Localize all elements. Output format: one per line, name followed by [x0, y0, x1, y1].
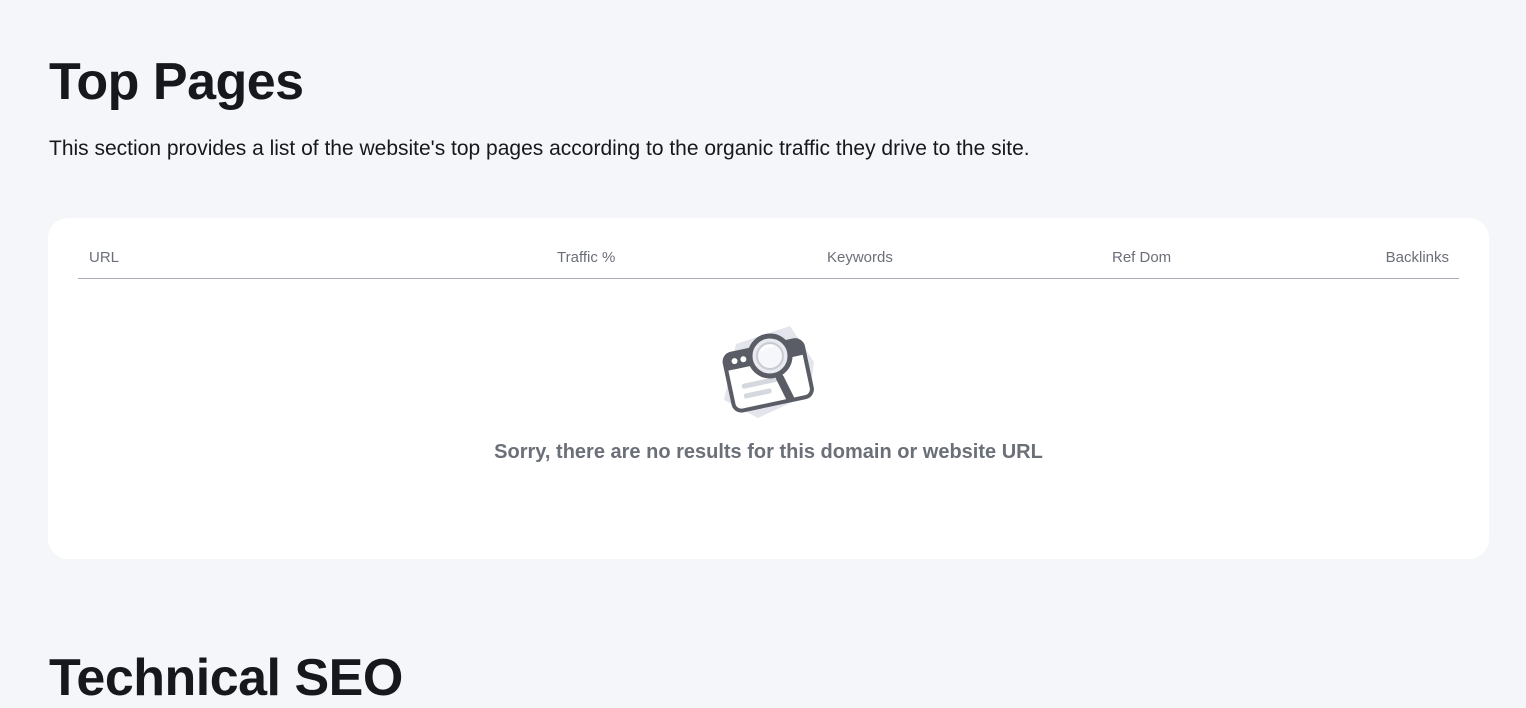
table-header: URL Traffic % Keywords Ref Dom Backlinks: [78, 240, 1459, 279]
column-header-ref-dom: Ref Dom: [1112, 249, 1172, 266]
column-header-url: URL: [89, 249, 120, 266]
column-header-keywords: Keywords: [827, 249, 893, 266]
column-header-traffic: Traffic %: [557, 249, 616, 266]
section-title-technical-seo: Technical SEO: [49, 649, 403, 707]
magnifier-browser-icon: [722, 326, 814, 418]
top-pages-card: URL Traffic % Keywords Ref Dom Backlinks: [48, 218, 1489, 559]
column-header-backlinks: Backlinks: [1385, 249, 1449, 266]
section-description: This section provides a list of the webs…: [49, 137, 1030, 160]
page-title: Top Pages: [49, 53, 304, 111]
empty-state: Sorry, there are no results for this dom…: [48, 322, 1489, 482]
empty-state-message: Sorry, there are no results for this dom…: [494, 441, 1043, 463]
